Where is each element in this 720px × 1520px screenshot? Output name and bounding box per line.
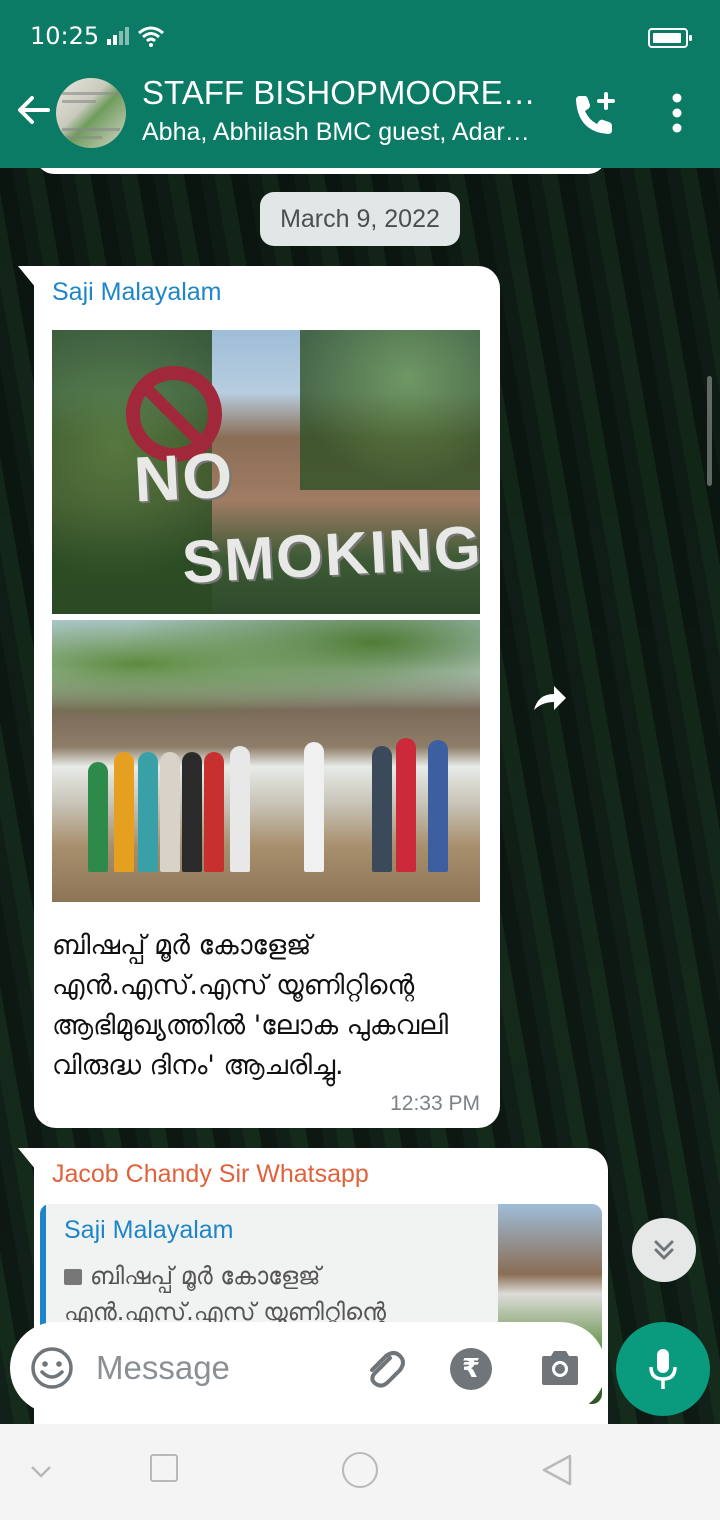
chat-header: 10:25 STAFF BISHOPMOORE… Abha, Abhilash … <box>0 0 720 168</box>
add-call-icon[interactable] <box>568 90 618 140</box>
emoji-icon[interactable] <box>30 1346 74 1390</box>
camera-icon[interactable] <box>538 1348 582 1388</box>
back-arrow-icon[interactable] <box>14 88 54 132</box>
photo-icon <box>64 1269 82 1285</box>
message-composer: ₹ <box>10 1322 606 1414</box>
system-nav-bar <box>0 1424 720 1520</box>
signal-icon <box>107 27 130 45</box>
battery-icon <box>648 28 692 48</box>
chat-area[interactable]: March 9, 2022 Saji Malayalam NO SMOKING … <box>0 168 720 1424</box>
scrollbar[interactable] <box>707 376 712 486</box>
recents-button[interactable] <box>150 1454 178 1482</box>
message-sender[interactable]: Jacob Chandy Sir Whatsapp <box>52 1160 369 1189</box>
more-options-icon[interactable] <box>662 90 692 140</box>
group-avatar[interactable] <box>56 78 126 148</box>
wifi-icon <box>138 26 165 47</box>
group-photo[interactable] <box>52 620 480 902</box>
attachment-icon[interactable] <box>360 1344 408 1392</box>
payment-icon[interactable]: ₹ <box>450 1348 492 1390</box>
message-time: 12:33 PM <box>390 1092 480 1115</box>
quoted-text-row: ബിഷപ്പ് മൂർ കോളേജ് എൻ.എസ്.എസ് യൂണിറ്റിന്… <box>64 1258 484 1330</box>
previous-message-edge <box>36 168 606 174</box>
date-chip: March 9, 2022 <box>260 192 460 246</box>
voice-message-button[interactable] <box>616 1322 710 1416</box>
no-smoking-photo[interactable]: NO SMOKING <box>52 330 480 614</box>
nav-back-icon[interactable] <box>540 1452 574 1488</box>
message-caption: ബിഷപ്പ് മൂർ കോളേജ് എൻ.എസ്.എസ് യൂണിറ്റിന്… <box>52 930 449 1081</box>
message-sender[interactable]: Saji Malayalam <box>52 278 222 307</box>
sign-text-no: NO <box>132 438 236 516</box>
group-participants[interactable]: Abha, Abhilash BMC guest, Adars… <box>142 118 542 147</box>
group-title[interactable]: STAFF BISHOPMOORE… <box>142 74 542 112</box>
quoted-text: ബിഷപ്പ് മൂർ കോളേജ് എൻ.എസ്.എസ് യൂണിറ്റിന്… <box>64 1262 386 1326</box>
message-bubble[interactable]: Saji Malayalam NO SMOKING ബിഷപ്പ് മൂർ കോ… <box>34 266 500 1128</box>
home-button[interactable] <box>342 1452 378 1488</box>
chevron-down-icon[interactable] <box>28 1458 54 1484</box>
quoted-sender: Saji Malayalam <box>64 1216 234 1244</box>
message-input[interactable] <box>96 1344 346 1392</box>
sign-text-smoking: SMOKING <box>180 513 480 596</box>
microphone-icon <box>649 1349 677 1389</box>
forward-icon[interactable] <box>530 680 570 720</box>
status-time: 10:25 <box>30 22 100 50</box>
double-chevron-down-icon <box>654 1240 674 1260</box>
status-bar: 10:25 <box>30 22 165 50</box>
scroll-to-bottom-button[interactable] <box>632 1218 696 1282</box>
